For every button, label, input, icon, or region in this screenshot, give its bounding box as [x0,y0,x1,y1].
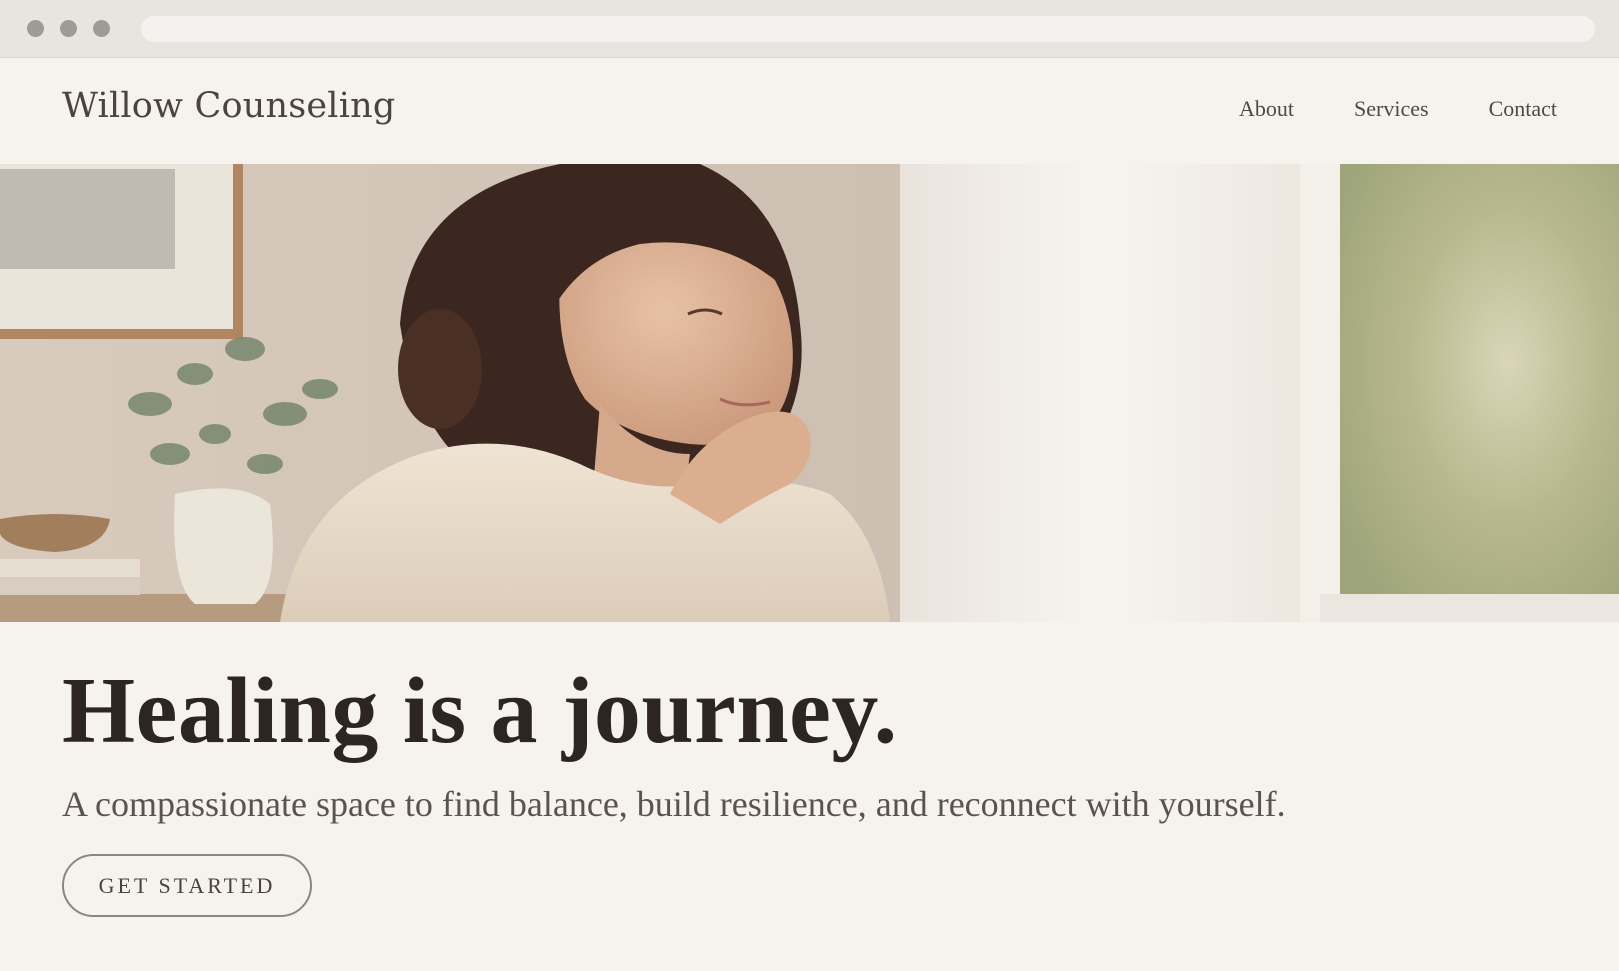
window-maximize-dot[interactable] [93,20,110,37]
nav-link-about[interactable]: About [1239,96,1294,122]
hero-image [0,164,1619,622]
browser-chrome [0,0,1619,58]
get-started-button[interactable]: GET STARTED [62,854,312,917]
window-close-dot[interactable] [27,20,44,37]
window-minimize-dot[interactable] [60,20,77,37]
nav-link-services[interactable]: Services [1354,96,1429,122]
main-nav: About Services Contact [1239,96,1557,122]
hero-subheadline: A compassionate space to find balance, b… [62,784,1286,824]
address-bar[interactable] [141,16,1595,42]
nav-link-contact[interactable]: Contact [1489,96,1557,122]
site-header: Willow Counseling About Services Contact [0,58,1619,164]
site-logo[interactable]: Willow Counseling [62,86,395,126]
hero-headline: Healing is a journey. [62,659,898,763]
